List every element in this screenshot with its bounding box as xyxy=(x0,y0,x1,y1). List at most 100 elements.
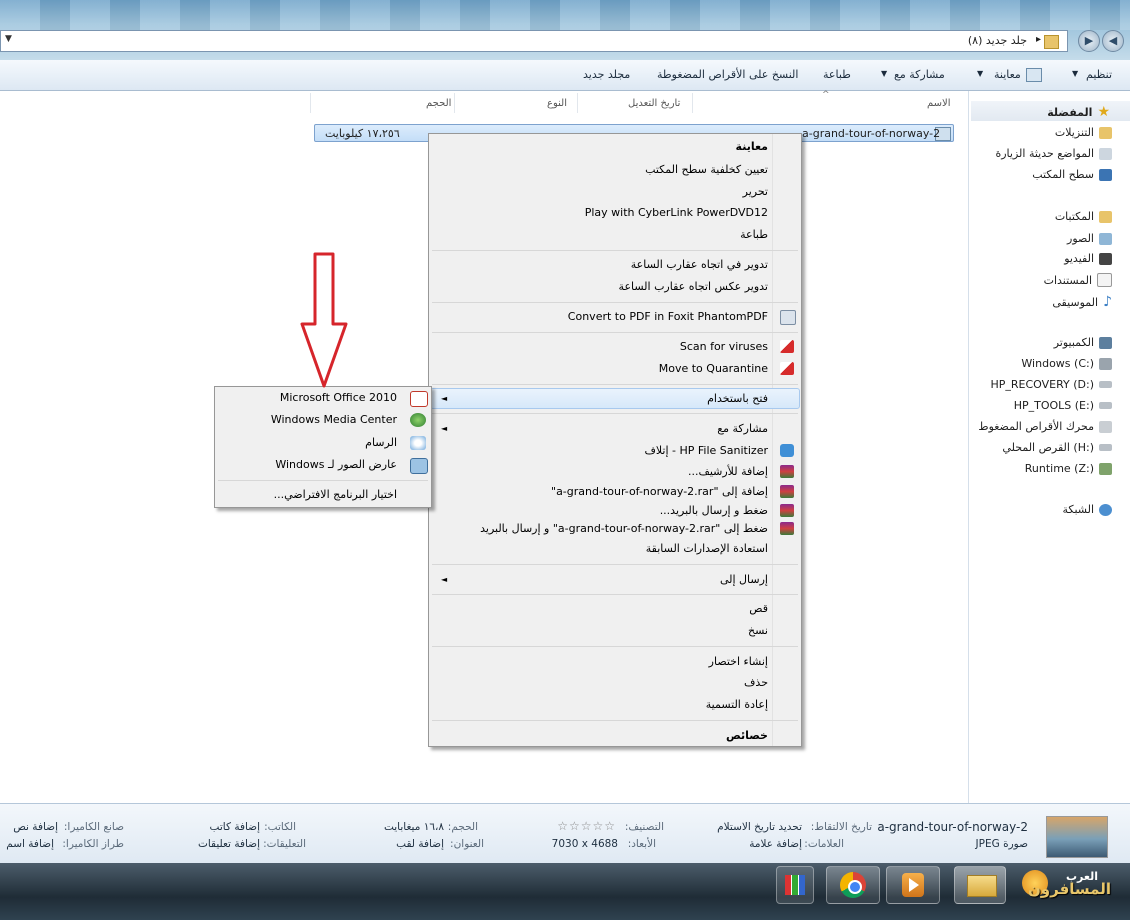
nav-favorites[interactable]: المفضلة ★ xyxy=(1047,104,1110,120)
print-button[interactable]: طباعة xyxy=(823,68,851,81)
nav-computer[interactable]: الكمبيوتر xyxy=(1054,336,1112,349)
menu-item-set-background[interactable]: تعيين كخلفية سطح المكتب xyxy=(645,163,768,176)
nav-drive-d[interactable]: HP_RECOVERY (D:) xyxy=(990,378,1112,391)
menu-item-add-rar[interactable]: إضافة إلى "a-grand-tour-of-norway-2.rar" xyxy=(551,485,768,498)
forward-button[interactable]: ▶ xyxy=(1078,30,1100,52)
nav-drive-e[interactable]: HP_TOOLS (E:) xyxy=(1014,399,1112,412)
date-taken-value[interactable]: تحديد تاريخ الاستلام xyxy=(717,821,802,833)
menu-item-foxit-convert[interactable]: Convert to PDF in Foxit PhantomPDF xyxy=(568,310,768,323)
nav-documents[interactable]: المستندات xyxy=(1044,273,1112,287)
camera-maker-value[interactable]: إضافة نص xyxy=(13,821,58,833)
tags-value[interactable]: إضافة علامة xyxy=(749,838,802,850)
hp-sanitizer-icon xyxy=(780,444,794,457)
menu-separator xyxy=(432,302,798,303)
taskbar-chrome[interactable] xyxy=(826,866,880,904)
nav-recent-places[interactable]: المواضع حديثة الزيارة xyxy=(995,147,1112,160)
preview-button[interactable]: معاينة xyxy=(994,68,1021,81)
menu-item-move-quarantine[interactable]: Move to Quarantine xyxy=(659,362,768,375)
column-header-date[interactable]: تاريخ التعديل xyxy=(628,98,680,109)
menu-item-open-with[interactable]: فتح باستخدام xyxy=(707,392,768,405)
menu-gutter xyxy=(772,134,773,746)
menu-item-hp-sanitizer[interactable]: HP File Sanitizer - إتلاف xyxy=(644,444,768,457)
submenu-item-choose-default[interactable]: اختيار البرنامج الافتراضي... xyxy=(274,488,397,501)
author-value[interactable]: إضافة كاتب xyxy=(210,821,260,833)
share-dropdown-icon[interactable]: ▼ xyxy=(881,69,887,78)
menu-item-edit[interactable]: تحرير xyxy=(743,185,768,198)
column-header-type[interactable]: النوع xyxy=(547,98,567,109)
submenu-item-photo-viewer[interactable]: عارض الصور لـ Windows xyxy=(275,458,397,471)
menu-item-properties[interactable]: خصائص xyxy=(726,729,768,742)
title-value[interactable]: إضافة لقب xyxy=(396,838,444,850)
nav-pictures[interactable]: الصور xyxy=(1067,232,1112,245)
menu-item-create-shortcut[interactable]: إنشاء اختصار xyxy=(709,655,768,668)
menu-item-scan-viruses[interactable]: Scan for viruses xyxy=(680,340,768,353)
details-file-type: صورة JPEG xyxy=(975,838,1028,850)
column-divider[interactable] xyxy=(454,93,455,113)
rating-stars[interactable]: ☆☆☆☆☆ xyxy=(557,819,616,833)
column-header-size[interactable]: الحجم xyxy=(426,98,451,109)
submenu-item-office[interactable]: Microsoft Office 2010 xyxy=(280,391,397,404)
sort-indicator-icon: ^ xyxy=(822,90,830,100)
file-thumbnail xyxy=(1046,816,1108,858)
burn-button[interactable]: النسخ على الأقراص المضغوطة xyxy=(657,68,798,81)
column-divider[interactable] xyxy=(692,93,693,113)
back-button[interactable]: ◀ xyxy=(1102,30,1124,52)
nav-network[interactable]: الشبكة xyxy=(1062,503,1112,516)
organize-button[interactable]: تنظيم xyxy=(1086,68,1112,81)
desktop-icon xyxy=(1099,168,1112,181)
camera-maker-label: صانع الكاميرا: xyxy=(63,821,124,833)
menu-item-restore-versions[interactable]: استعادة الإصدارات السابقة xyxy=(646,542,768,555)
submenu-item-media-center[interactable]: Windows Media Center xyxy=(271,413,397,426)
menu-item-powerdvd[interactable]: Play with CyberLink PowerDVD12 xyxy=(585,206,768,219)
column-header-name[interactable]: الاسم xyxy=(927,98,951,109)
nav-label: محرك الأقراص المضغوط xyxy=(978,420,1094,433)
breadcrumb-current-folder[interactable]: جلد جديد (٨) xyxy=(968,34,1027,47)
address-bar[interactable]: ▸ جلد جديد (٨) ▼ xyxy=(0,30,1068,52)
new-folder-button[interactable]: مجلد جديد xyxy=(583,68,630,81)
menu-item-compress-email[interactable]: ضغط و إرسال بالبريد... xyxy=(660,504,768,517)
submenu-item-paint[interactable]: الرسام xyxy=(365,436,397,449)
nav-drive-c[interactable]: Windows (C:) xyxy=(1021,357,1112,370)
nav-music[interactable]: الموسيقى ♪ xyxy=(1052,294,1112,310)
menu-item-send-to[interactable]: إرسال إلى xyxy=(720,573,768,586)
nav-libraries[interactable]: المكتبات xyxy=(1055,210,1112,223)
comments-value[interactable]: إضافة تعليقات xyxy=(198,838,260,850)
menu-item-copy[interactable]: نسخ xyxy=(748,624,768,637)
share-with-button[interactable]: مشاركة مع xyxy=(894,68,945,81)
taskbar-media-player[interactable] xyxy=(886,866,940,904)
menu-item-rotate-clockwise[interactable]: تدوير في اتجاه عقارب الساعة xyxy=(631,258,768,271)
nav-videos[interactable]: الفيديو xyxy=(1064,252,1112,265)
column-divider[interactable] xyxy=(577,93,578,113)
menu-item-rotate-counterclockwise[interactable]: تدوير عكس اتجاه عقارب الساعة xyxy=(619,280,768,293)
menu-item-print[interactable]: طباعة xyxy=(740,228,768,241)
taskbar-app-tiles[interactable] xyxy=(776,866,814,904)
nav-desktop[interactable]: سطح المكتب xyxy=(1032,168,1112,181)
nav-cd-drive[interactable]: محرك الأقراص المضغوط xyxy=(978,420,1112,433)
nav-label: الشبكة xyxy=(1062,503,1094,516)
cd-drive-icon xyxy=(1099,420,1112,433)
submenu-arrow-icon: ◄ xyxy=(441,575,448,584)
menu-item-share-with[interactable]: مشاركة مع xyxy=(717,422,768,435)
computer-icon xyxy=(1099,336,1112,349)
camera-model-value[interactable]: إضافة اسم xyxy=(6,838,54,850)
menu-item-preview[interactable]: معاينة xyxy=(736,140,768,153)
photo-viewer-icon xyxy=(410,458,428,474)
recent-places-icon xyxy=(1099,147,1112,160)
file-name[interactable]: a-grand-tour-of-norway-2 xyxy=(802,127,940,140)
nav-drive-z[interactable]: Runtime (Z:) xyxy=(1025,462,1112,475)
menu-item-add-archive[interactable]: إضافة للأرشيف... xyxy=(688,465,768,478)
nav-drive-h[interactable]: القرص المحلي (H:) xyxy=(1002,441,1112,454)
menu-item-delete[interactable]: حذف xyxy=(744,676,768,689)
column-divider[interactable] xyxy=(310,93,311,113)
chevron-down-icon[interactable]: ▼ xyxy=(5,34,12,44)
menu-item-rename[interactable]: إعادة التسمية xyxy=(706,698,768,711)
camera-model-label: طراز الكاميرا: xyxy=(62,838,124,850)
organize-dropdown-icon[interactable]: ▼ xyxy=(1072,69,1078,78)
taskbar-explorer[interactable] xyxy=(954,866,1006,904)
author-label: الكاتب: xyxy=(264,821,296,833)
menu-item-compress-rar-email[interactable]: ضغط إلى "a-grand-tour-of-norway-2.rar" و… xyxy=(480,522,768,535)
nav-downloads[interactable]: التنزيلات xyxy=(1055,126,1112,139)
submenu-arrow-icon: ◄ xyxy=(441,424,448,433)
preview-dropdown-icon[interactable]: ▼ xyxy=(977,69,983,78)
menu-item-cut[interactable]: قص xyxy=(749,602,768,615)
